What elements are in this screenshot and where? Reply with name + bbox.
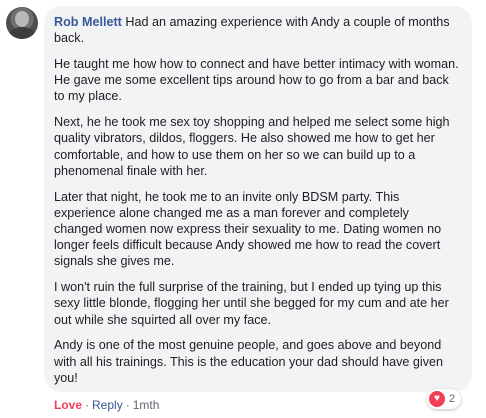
comment-paragraph: I won't ruin the full surprise of the tr… bbox=[54, 280, 449, 327]
author-name[interactable]: Rob Mellett bbox=[54, 15, 122, 29]
comment-paragraph: Andy is one of the most genuine people, … bbox=[54, 338, 444, 385]
comment-paragraph: Later that night, he took me to an invit… bbox=[54, 189, 442, 269]
avatar[interactable] bbox=[6, 7, 38, 39]
reaction-summary[interactable]: ♥ 2 bbox=[427, 389, 462, 409]
comment-container: Rob Mellett Had an amazing experience wi… bbox=[0, 0, 486, 418]
avatar-face bbox=[15, 11, 29, 27]
comment-paragraph: Rob Mellett Had an amazing experience wi… bbox=[54, 14, 460, 46]
heart-icon: ♥ bbox=[429, 391, 445, 407]
comment-bubble: Rob Mellett Had an amazing experience wi… bbox=[44, 6, 472, 392]
action-separator: · bbox=[85, 398, 90, 412]
avatar-shoulders bbox=[9, 27, 35, 39]
love-button[interactable]: Love bbox=[54, 398, 82, 412]
comment-actions: Love · Reply · 1mth bbox=[54, 398, 159, 412]
action-separator: · bbox=[125, 398, 130, 412]
comment-timestamp[interactable]: 1mth bbox=[133, 398, 160, 412]
comment-paragraph: He taught me how how to connect and have… bbox=[54, 57, 459, 104]
reply-button[interactable]: Reply bbox=[92, 398, 123, 412]
comment-paragraph: Next, he he took me sex toy shopping and… bbox=[54, 115, 450, 178]
reaction-count: 2 bbox=[449, 393, 456, 405]
